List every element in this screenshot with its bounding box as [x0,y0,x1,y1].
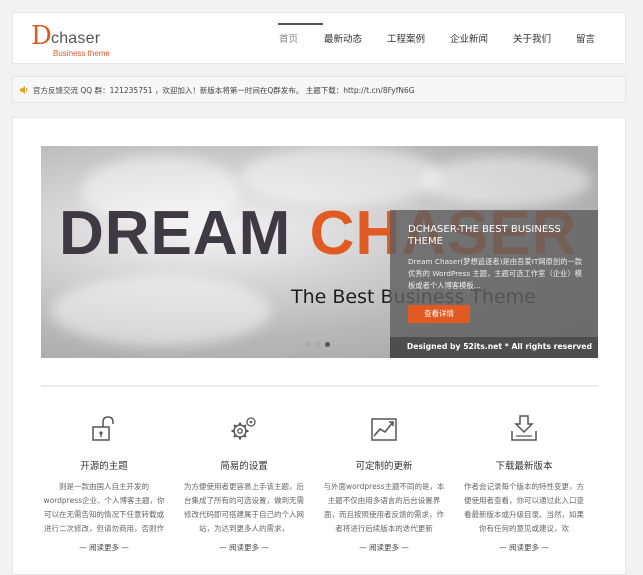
feature-description: 作者会记录每个版本的特性变更，方便使用者查看，你可以通过此入口查看最新版本或升级… [464,482,584,533]
feature-description: 则是一款由国人自主开发的wordpress企业、个人博客主题，你可以在无需告知的… [43,482,165,533]
feature-open-source: 开源的主题 则是一款由国人自主开发的wordpress企业、个人博客主题，你可以… [41,414,167,564]
read-more-link[interactable]: — 阅读更多 — [41,542,167,553]
hero-slider[interactable]: DREAM CHASER The Best Business Theme DCH… [41,146,598,358]
slider-dot[interactable] [305,342,310,347]
nav-item-guestbook[interactable]: 留言 [576,31,595,45]
nav-item-news[interactable]: 企业新闻 [450,31,488,45]
lock-icon [92,416,114,441]
feature-title: 下载最新版本 [495,461,553,472]
download-tray-icon [511,415,537,441]
logo-subtitle: Business theme [53,49,110,58]
credit-text: Designed by 52its.net * All rights reser… [406,342,592,351]
feature-easy-settings: 简易的设置 为方便使用者更容易上手该主题，后台集成了所有的可选设置，做到无需修改… [181,414,307,564]
slider-dot[interactable] [315,342,320,347]
read-more-link[interactable]: — 阅读更多 — [461,542,587,553]
caption-description: Dream Chaser(梦想追逐者)是由吾爱IT网原创的一款优秀的 WordP… [408,257,583,290]
slide-caption: DCHASER-THE BEST BUSINESS THEME Dream Ch… [390,210,598,337]
feature-title: 可定制的更新 [355,461,413,472]
headline-dream: DREAM [59,199,292,268]
cloud-decoration [241,146,441,206]
logo-wordmark: chaser [51,30,101,47]
nav-item-latest[interactable]: 最新动态 [324,31,362,45]
logo-initial: D [31,21,52,51]
notice-text: 官方反馈交流 QQ 群：121235751 ，欢迎加入！新版本将第一时间在Q群发… [33,86,415,95]
speaker-icon [20,86,28,94]
feature-description: 与外面wordpress主题不同的是，本主题不仅由用多语言的后台设置界面，而且按… [323,482,445,533]
chart-icon [371,418,397,441]
slider-dot-active[interactable] [325,342,330,347]
feature-description: 为方便使用者更容易上手该主题，后台集成了所有的可选设置，做到无需修改代码即可搭建… [184,482,304,533]
slider-pagination [305,342,335,348]
nav-item-cases[interactable]: 工程案例 [387,31,425,45]
read-more-link[interactable]: — 阅读更多 — [321,542,447,553]
gears-icon [231,417,256,440]
nav-item-about[interactable]: 关于我们 [513,31,551,45]
feature-title: 简易的设置 [220,461,268,472]
view-details-button[interactable]: 查看详情 [408,305,470,323]
main-nav: 首页 最新动态 工程案例 企业新闻 关于我们 留言 [275,13,615,65]
site-logo[interactable]: D chaser Business theme [31,21,121,58]
site-header: D chaser Business theme 首页 最新动态 工程案例 企业新… [12,12,626,64]
main-content: DREAM CHASER The Best Business Theme DCH… [12,117,626,575]
feature-title: 开源的主题 [80,461,128,472]
nav-item-home[interactable]: 首页 [279,31,298,45]
notice-bar: 官方反馈交流 QQ 群：121235751 ，欢迎加入！新版本将第一时间在Q群发… [12,76,626,103]
section-divider [41,385,598,387]
feature-custom-updates: 可定制的更新 与外面wordpress主题不同的是，本主题不仅由用多语言的后台设… [321,414,447,564]
caption-title: DCHASER-THE BEST BUSINESS THEME [408,224,561,247]
feature-download-latest: 下载最新版本 作者会记录每个版本的特性变更，方便使用者查看，你可以通过此入口查看… [461,414,587,564]
cloud-decoration [51,276,271,346]
credit-bar: Designed by 52its.net * All rights reser… [390,337,598,358]
read-more-link[interactable]: — 阅读更多 — [181,542,307,553]
